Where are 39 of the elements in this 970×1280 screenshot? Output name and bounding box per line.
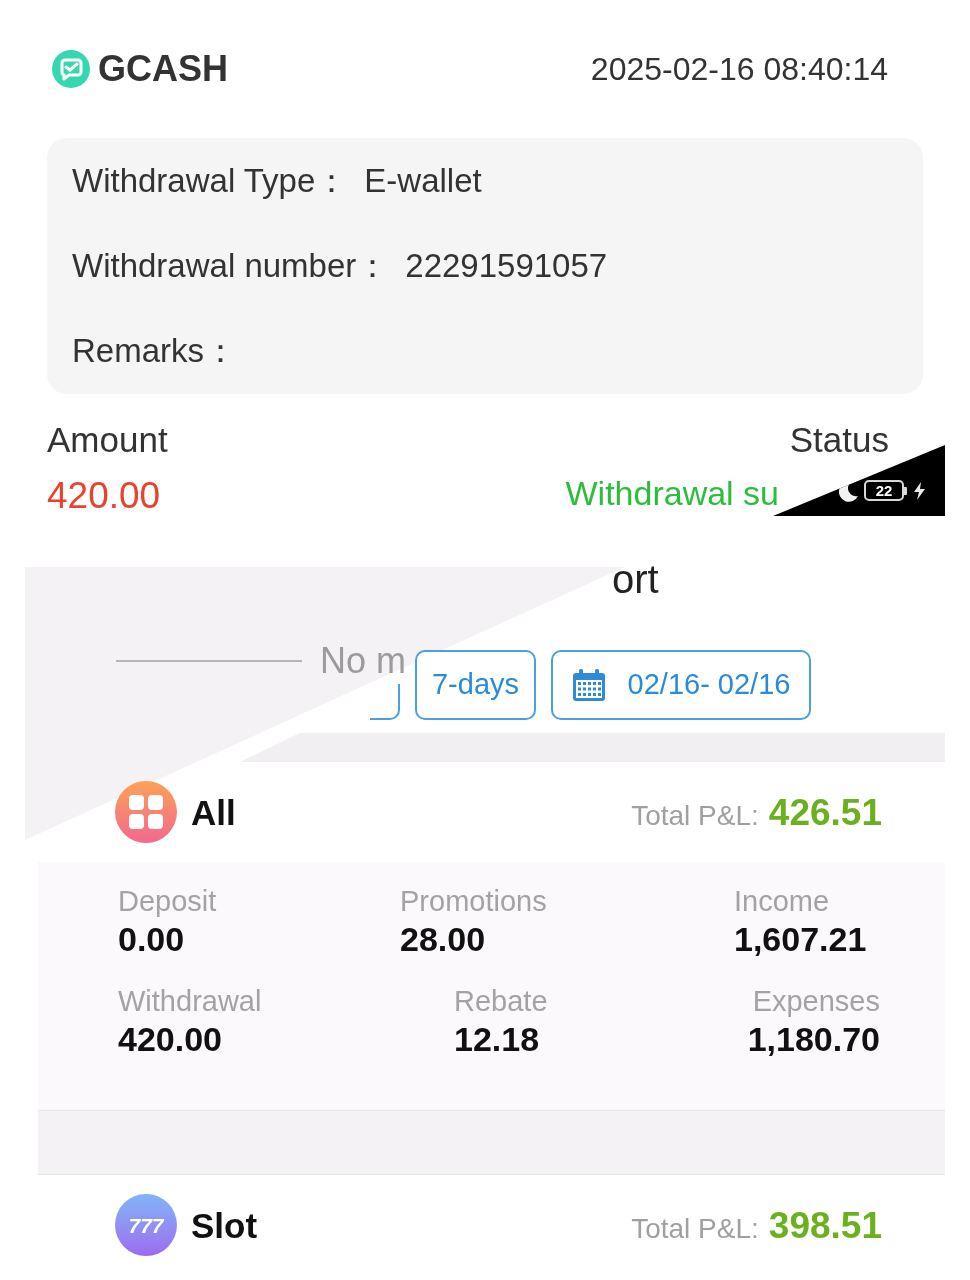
detail-value: E-wallet bbox=[364, 164, 482, 197]
status-value: Withdrawal su bbox=[565, 473, 779, 514]
battery-indicator: 22 bbox=[864, 480, 907, 501]
stat-label: Withdrawal bbox=[118, 984, 262, 1019]
category-name: Slot bbox=[191, 1207, 258, 1243]
pnl-label: Total P&L: bbox=[631, 801, 759, 830]
detail-label: Withdrawal Type： bbox=[72, 164, 349, 197]
detail-value: 22291591057 bbox=[405, 249, 608, 282]
stat-value: 12.18 bbox=[454, 1019, 540, 1059]
stat-label: Promotions bbox=[400, 884, 547, 919]
amount-value: 420.00 bbox=[47, 474, 161, 518]
stat-value: 420.00 bbox=[118, 1019, 222, 1059]
date-range-button[interactable]: 02/16- 02/16 bbox=[551, 650, 811, 720]
stat-label: Deposit bbox=[118, 884, 217, 919]
stat-value: 0.00 bbox=[118, 919, 185, 959]
grid-icon bbox=[115, 781, 177, 843]
pnl-label: Total P&L: bbox=[631, 1214, 759, 1243]
brand-name: GCASH bbox=[98, 51, 228, 87]
detail-label: Withdrawal number： bbox=[72, 249, 390, 282]
stat-value: 28.00 bbox=[400, 919, 486, 959]
icon-label: 777 bbox=[128, 1214, 164, 1236]
status-label: Status bbox=[789, 419, 889, 461]
stat-label: Income bbox=[734, 884, 830, 919]
withdrawal-datetime: 2025-02-16 08:40:14 bbox=[590, 53, 888, 85]
calendar-icon bbox=[571, 668, 606, 702]
pnl-value: 398.51 bbox=[768, 1206, 882, 1244]
stat-value: 1,607.21 bbox=[734, 919, 867, 959]
stat-value: 1,180.70 bbox=[747, 1019, 880, 1059]
detail-label: Remarks： bbox=[72, 334, 238, 367]
category-name: All bbox=[191, 794, 236, 830]
stat-label: Expenses bbox=[752, 984, 880, 1019]
amount-label: Amount bbox=[47, 419, 168, 461]
no-more-text: No m bbox=[320, 643, 406, 679]
stat-label: Rebate bbox=[454, 984, 548, 1019]
wallet-logo-icon bbox=[52, 50, 90, 88]
filter-button[interactable] bbox=[370, 684, 400, 720]
filter-button[interactable]: 7-days bbox=[415, 650, 536, 720]
report-title: ort bbox=[612, 559, 659, 599]
pnl-value: 426.51 bbox=[768, 793, 882, 831]
